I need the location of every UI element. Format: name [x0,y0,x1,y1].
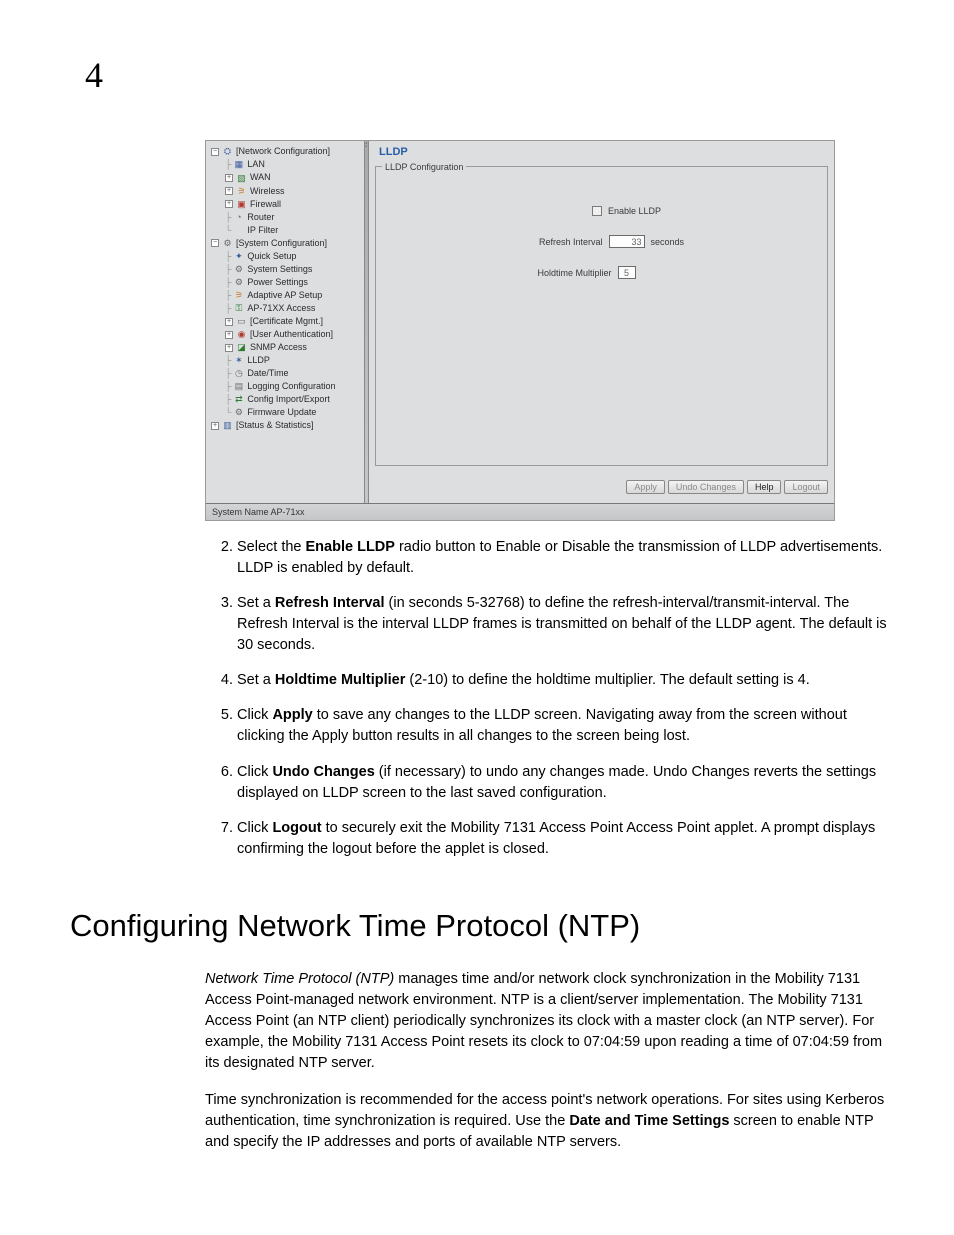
userauth-icon: ◉ [236,329,247,340]
step-7: Click Logout to securely exit the Mobili… [237,818,894,860]
nav-snmp[interactable]: +◪SNMP Access [209,341,361,354]
router-icon: ◔ [233,212,244,223]
step-5: Click Apply to save any changes to the L… [237,705,894,747]
wireless-icon: ⚞ [236,186,247,197]
step-4: Set a Holdtime Multiplier (2-10) to defi… [237,670,894,691]
settings-icon: ⚙ [233,264,244,275]
holdtime-multiplier-label: Holdtime Multiplier [502,267,612,280]
nav-cert-mgmt[interactable]: +▭[Certificate Mgmt.] [209,315,361,328]
holdtime-multiplier-input[interactable] [618,266,636,279]
step-2: Select the Enable LLDP radio button to E… [237,537,894,579]
ntp-para-1: Network Time Protocol (NTP) manages time… [205,969,894,1074]
lldp-screenshot: −⛭[Network Configuration] ├▦LAN +▧WAN +⚞… [205,140,835,521]
nav-user-auth[interactable]: +◉[User Authentication] [209,328,361,341]
cert-icon: ▭ [236,316,247,327]
nav-firmware[interactable]: └⚙Firmware Update [209,406,361,419]
nav-ipfilter[interactable]: └IP Filter [209,224,361,237]
fieldset-legend: LLDP Configuration [382,161,466,174]
lldp-panel: LLDP LLDP Configuration Enable LLDP Refr… [369,141,834,502]
nav-lldp[interactable]: ├✶LLDP [209,354,361,367]
power-icon: ⚙ [233,277,244,288]
impexp-icon: ⇄ [233,394,244,405]
button-bar: Apply Undo Changes Help Logout [375,466,828,497]
nav-adaptive-ap[interactable]: ├⚞Adaptive AP Setup [209,289,361,302]
stats-icon: ▥ [222,420,233,431]
nav-wan[interactable]: +▧WAN [209,171,361,184]
step-6: Click Undo Changes (if necessary) to und… [237,762,894,804]
nav-power-settings[interactable]: ├⚙Power Settings [209,276,361,289]
enable-lldp-label: Enable LLDP [608,205,661,218]
nav-datetime[interactable]: ├◷Date/Time [209,367,361,380]
nav-quick-setup[interactable]: ├✦Quick Setup [209,250,361,263]
nav-log-config[interactable]: ├▤Logging Configuration [209,380,361,393]
nav-firewall[interactable]: +▣Firewall [209,198,361,211]
firewall-icon: ▣ [236,199,247,210]
apply-button[interactable]: Apply [626,480,665,494]
nav-lan[interactable]: ├▦LAN [209,158,361,171]
ap71xx-icon: ⚿ [233,303,244,314]
nav-ap71xx[interactable]: ├⚿AP-71XX Access [209,302,361,315]
section-heading-ntp: Configuring Network Time Protocol (NTP) [70,904,894,947]
lldp-icon: ✶ [233,355,244,366]
refresh-interval-input[interactable] [609,235,645,248]
enable-lldp-checkbox[interactable] [592,206,602,216]
wan-icon: ▧ [236,173,247,184]
refresh-interval-label: Refresh Interval [493,236,603,249]
enable-lldp-row: Enable LLDP [388,205,815,218]
nav-tree: −⛭[Network Configuration] ├▦LAN +▧WAN +⚞… [206,141,364,502]
step-3: Set a Refresh Interval (in seconds 5-327… [237,593,894,656]
nav-wireless[interactable]: +⚞Wireless [209,185,361,198]
logout-button[interactable]: Logout [784,480,828,494]
steps-list: Select the Enable LLDP radio button to E… [205,537,894,859]
network-icon: ⛭ [222,146,233,157]
ipfilter-icon [233,225,244,236]
refresh-interval-row: Refresh Interval seconds [388,235,815,248]
status-bar: System Name AP-71xx [206,503,834,521]
nav-router[interactable]: ├◔Router [209,211,361,224]
ntp-para-2: Time synchronization is recommended for … [205,1090,894,1153]
system-icon: ⚙ [222,238,233,249]
holdtime-multiplier-row: Holdtime Multiplier [388,266,815,279]
adaptive-icon: ⚞ [233,290,244,301]
splitter[interactable]: • • [364,141,369,502]
lldp-config-fieldset: LLDP Configuration Enable LLDP Refresh I… [375,166,828,466]
nav-system-config[interactable]: −⚙[System Configuration] [209,237,361,250]
help-button[interactable]: Help [747,480,782,494]
firmware-icon: ⚙ [233,407,244,418]
quick-icon: ✦ [233,251,244,262]
refresh-interval-unit: seconds [651,236,711,249]
lan-icon: ▦ [233,159,244,170]
nav-config-impexp[interactable]: ├⇄Config Import/Export [209,393,361,406]
chapter-number: 4 [85,50,894,100]
snmp-icon: ◪ [236,342,247,353]
undo-changes-button[interactable]: Undo Changes [668,480,744,494]
nav-status-stats[interactable]: +▥[Status & Statistics] [209,419,361,432]
nav-network-config[interactable]: −⛭[Network Configuration] [209,145,361,158]
nav-sys-settings[interactable]: ├⚙System Settings [209,263,361,276]
clock-icon: ◷ [233,368,244,379]
log-icon: ▤ [233,381,244,392]
